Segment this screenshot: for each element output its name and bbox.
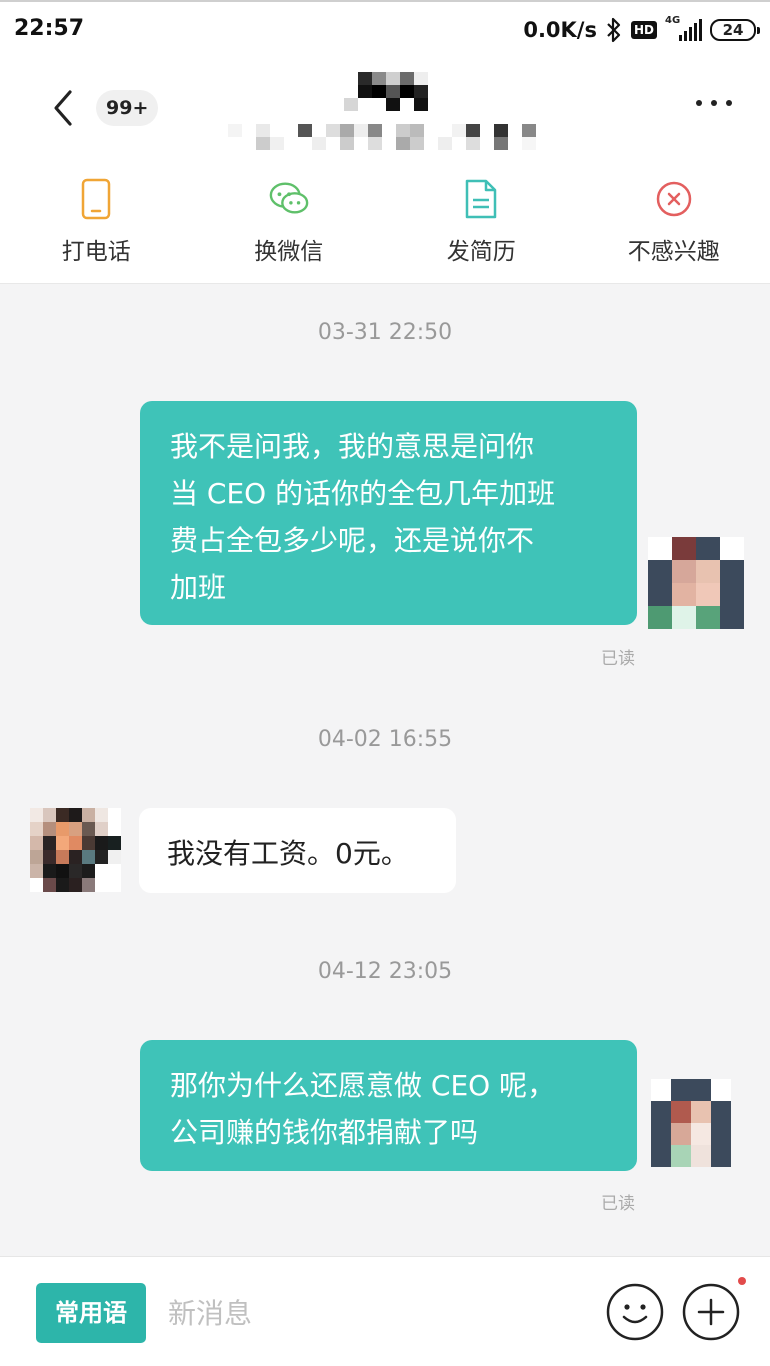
read-receipt: 已读	[601, 649, 635, 669]
message-line: 公司赚的钱你都捐献了吗	[170, 1116, 479, 1149]
message-line: 费占全包多少呢，还是说你不	[170, 524, 535, 557]
bluetooth-icon	[607, 17, 621, 43]
chat-header: 99+	[0, 58, 770, 160]
action-not-interested[interactable]: 不感兴趣	[578, 160, 770, 283]
status-time: 22:57	[14, 16, 85, 41]
signal-icon: 4G	[665, 15, 702, 41]
sent-message-bubble[interactable]: 我不是问我，我的意思是问你 当 CEO 的话你的全包几年加班 费占全包多少呢，还…	[140, 401, 637, 625]
contact-subtitle-redacted	[228, 124, 536, 150]
sent-message-bubble[interactable]: 那你为什么还愿意做 CEO 呢， 公司赚的钱你都捐献了吗	[140, 1040, 637, 1171]
input-bar: 常用语	[0, 1256, 770, 1366]
action-not-interested-label: 不感兴趣	[627, 239, 720, 265]
action-resume-label: 发简历	[446, 239, 516, 265]
message-line: 我不是问我，我的意思是问你	[170, 430, 535, 463]
notification-dot	[738, 1277, 746, 1285]
status-bar: 22:57 0.0K/s HD 4G 24	[0, 0, 770, 58]
my-avatar[interactable]	[651, 1079, 731, 1167]
unread-badge: 99+	[96, 90, 159, 126]
read-receipt: 已读	[601, 1194, 635, 1214]
action-call[interactable]: 打电话	[0, 160, 193, 283]
hd-icon: HD	[630, 21, 657, 39]
common-phrases-button[interactable]: 常用语	[36, 1283, 146, 1343]
action-wechat-label: 换微信	[254, 239, 324, 265]
network-type: 4G	[665, 15, 681, 26]
message-input[interactable]	[168, 1285, 568, 1341]
action-call-label: 打电话	[61, 239, 131, 265]
received-message-bubble[interactable]: 我没有工资。0元。	[139, 808, 456, 893]
message-list[interactable]: 03-31 22:50 我不是问我，我的意思是问你 当 CEO 的话你的全包几年…	[0, 284, 770, 1256]
message-line: 当 CEO 的话你的全包几年加班	[170, 477, 556, 510]
contact-name-redacted	[344, 72, 428, 111]
action-resume[interactable]: 发简历	[385, 160, 578, 283]
contact-avatar[interactable]	[30, 808, 121, 892]
message-text: 我没有工资。0元。	[167, 837, 409, 870]
phone-icon	[75, 178, 117, 220]
emoji-icon[interactable]	[606, 1283, 664, 1341]
more-options-icon[interactable]	[696, 100, 732, 106]
message-timestamp: 03-31 22:50	[317, 320, 453, 345]
message-line: 那你为什么还愿意做 CEO 呢，	[170, 1069, 556, 1102]
quick-actions: 打电话 换微信 发简历 不感兴趣	[0, 160, 770, 284]
my-avatar[interactable]	[648, 537, 744, 629]
close-circle-icon	[653, 178, 695, 220]
action-wechat[interactable]: 换微信	[193, 160, 386, 283]
message-timestamp: 04-02 16:55	[317, 727, 453, 752]
battery-icon: 24	[710, 19, 760, 41]
network-speed: 0.0K/s	[523, 18, 597, 42]
plus-icon[interactable]	[682, 1283, 740, 1341]
wechat-icon	[268, 178, 310, 220]
resume-icon	[460, 178, 502, 220]
status-indicators: 0.0K/s HD 4G 24	[523, 15, 760, 44]
message-timestamp: 04-12 23:05	[317, 959, 453, 984]
message-line: 加班	[170, 571, 227, 604]
back-arrow-icon[interactable]	[46, 86, 82, 130]
